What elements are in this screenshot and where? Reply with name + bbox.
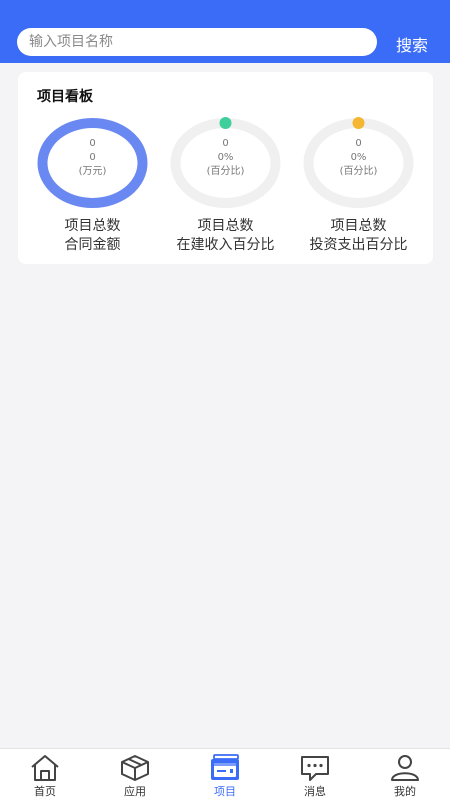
gauge-label: 项目总数 合同金额 [26,217,159,255]
gauge-unit: (百分比) [339,166,378,177]
search-button[interactable]: 搜索 [396,32,428,56]
gauge-count: 0 [355,138,362,149]
gauge-label-line2: 合同金额 [64,237,121,253]
gauge-label-line1: 项目总数 [330,218,387,234]
gauge-count: 0 [89,138,96,149]
gauge-value-text: 0 0 (万元) [36,137,149,179]
tab-apps[interactable]: 应用 [90,749,180,800]
gauge-value-text: 0 0% (百分比) [169,137,282,179]
gauge-investment-expense: 0 0% (百分比) [302,117,415,209]
gauge-label: 项目总数 在建收入百分比 [159,217,292,255]
gauge-contract-amount: 0 0 (万元) [36,117,149,209]
gauge-count: 0 [222,138,229,149]
tab-label: 应用 [124,785,146,798]
gauge-percent: 0% [217,152,234,163]
tab-messages[interactable]: 消息 [270,749,360,800]
message-icon [301,756,329,781]
tab-projects[interactable]: 项目 [180,749,270,800]
user-icon [391,755,419,781]
tab-label: 我的 [394,785,416,798]
gauge-construction-income: 0 0% (百分比) [169,117,282,209]
tab-label: 消息 [304,785,326,798]
gauge-value-text: 0 0% (百分比) [302,137,415,179]
gauge-progress-dot [219,117,232,129]
project-icon [211,754,239,780]
search-box[interactable] [17,28,377,56]
search-input[interactable] [29,28,377,56]
gauge-amount: 0 [89,152,96,163]
project-dashboard-card: 项目看板 0 0 (万元) 项目总数 合同金额 0 0% (百分比) 项目总数 … [18,72,433,264]
gauge-unit: (百分比) [206,166,245,177]
gauge-percent: 0% [350,152,367,163]
gauge-unit: (万元) [78,166,107,177]
gauge-progress-dot [352,117,365,129]
gauge-label-line2: 在建收入百分比 [176,237,275,253]
gauge-label-line1: 项目总数 [64,218,121,234]
card-title: 项目看板 [37,89,93,105]
tab-label: 项目 [214,785,236,798]
tab-home[interactable]: 首页 [0,749,90,800]
tab-label: 首页 [34,785,56,798]
header-bar: 搜索 [0,0,450,63]
gauge-label-line2: 投资支出百分比 [309,237,408,253]
tab-mine[interactable]: 我的 [360,749,450,800]
home-icon [31,755,59,781]
bottom-tab-bar: 首页 应用 项目 消息 我的 [0,748,450,800]
box-icon [121,755,149,781]
gauge-label: 项目总数 投资支出百分比 [292,217,425,255]
gauge-label-line1: 项目总数 [197,218,254,234]
